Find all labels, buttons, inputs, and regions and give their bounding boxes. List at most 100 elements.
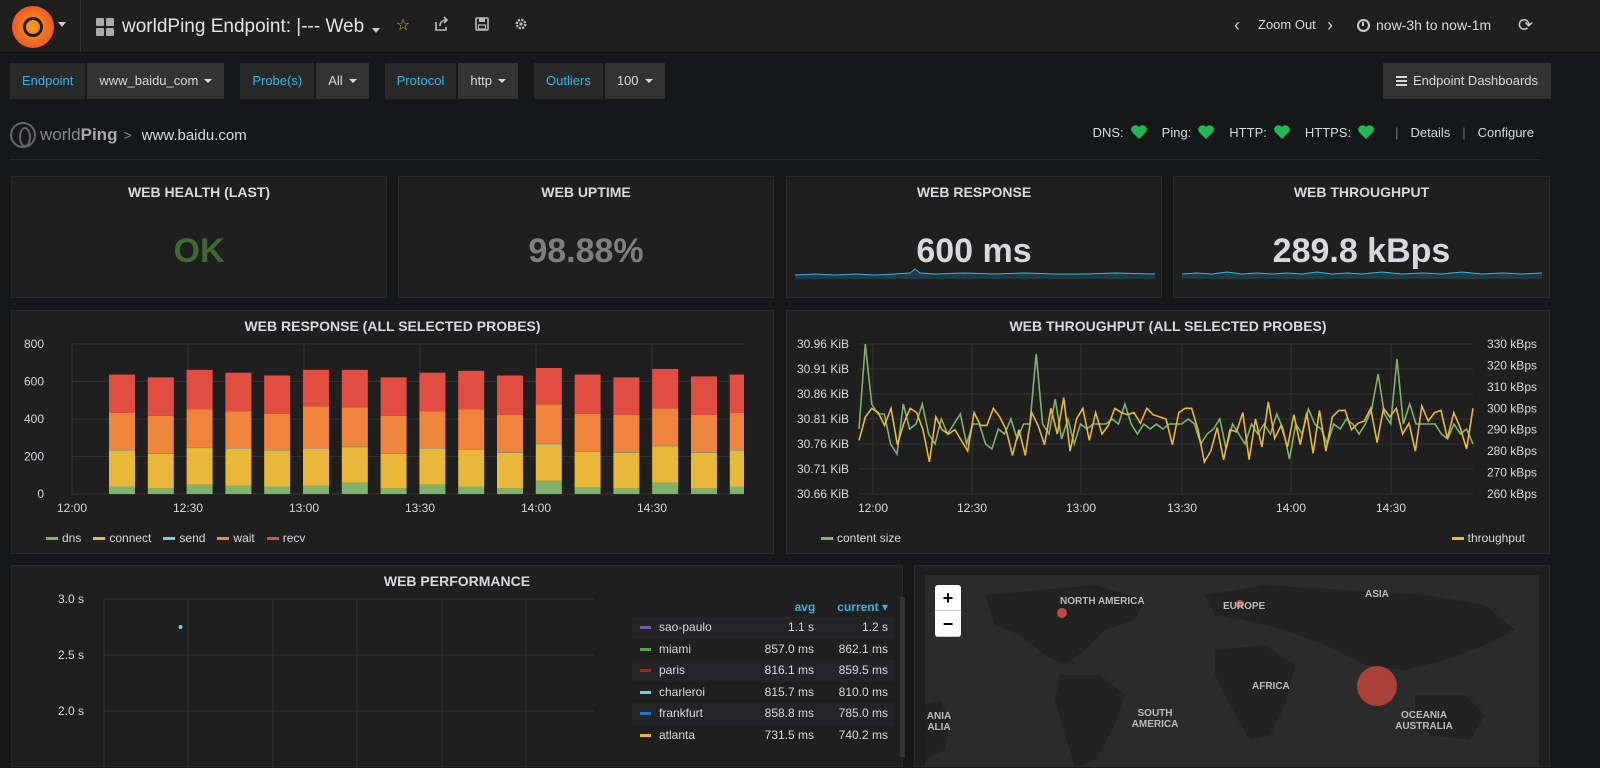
legend-row-atlanta[interactable]: atlanta731.5 ms740.2 ms bbox=[632, 725, 894, 747]
var-label-protocol: Protocol bbox=[385, 63, 457, 99]
bar-segment-dns bbox=[536, 481, 562, 494]
breadcrumb-separator: > bbox=[123, 127, 131, 143]
y-right-tick-label: 270 kBps bbox=[1487, 466, 1537, 480]
bar-segment-dns bbox=[613, 488, 639, 494]
menu-icon bbox=[1396, 76, 1407, 86]
worldmap-panel: NORTH AMERICA EUROPE ASIA AFRICA SOUTH A… bbox=[914, 565, 1550, 767]
details-link[interactable]: Details bbox=[1410, 125, 1450, 140]
heart-ok-icon[interactable] bbox=[1130, 124, 1148, 140]
panel-title[interactable]: WEB HEALTH (LAST) bbox=[12, 184, 386, 200]
bar-segment-wait bbox=[187, 409, 213, 447]
legend-item-send[interactable]: send bbox=[163, 531, 205, 545]
bar-segment-recv bbox=[613, 377, 639, 415]
chevron-left-icon[interactable]: ‹ bbox=[1234, 15, 1246, 35]
y-tick-label: 0 bbox=[37, 487, 44, 501]
heart-ok-icon[interactable] bbox=[1197, 124, 1215, 140]
legend-row-charleroi[interactable]: charleroi815.7 ms810.0 ms bbox=[632, 682, 894, 704]
var-select-protocol[interactable]: http bbox=[458, 63, 518, 99]
legend-item-wait[interactable]: wait bbox=[217, 531, 254, 545]
var-select-outliers[interactable]: 100 bbox=[605, 63, 665, 99]
bar-segment-recv bbox=[652, 369, 678, 408]
var-select-endpoint[interactable]: www_baidu_com bbox=[87, 63, 224, 99]
share-icon[interactable] bbox=[432, 16, 452, 36]
bar-segment-connect bbox=[148, 454, 174, 489]
world-map[interactable]: NORTH AMERICA EUROPE ASIA AFRICA SOUTH A… bbox=[925, 575, 1539, 766]
bar-segment-recv bbox=[497, 376, 523, 415]
heart-ok-icon[interactable] bbox=[1357, 124, 1375, 140]
endpoint-dashboards-button[interactable]: Endpoint Dashboards bbox=[1383, 63, 1551, 99]
legend-swatch bbox=[163, 537, 175, 540]
y-right-tick-label: 300 kBps bbox=[1487, 401, 1537, 415]
y-tick-label: 200 bbox=[24, 450, 44, 464]
var-select-probes[interactable]: All bbox=[316, 63, 368, 99]
grafana-logo-icon[interactable] bbox=[12, 6, 54, 48]
caret-down-icon bbox=[498, 79, 506, 83]
current-value: 1.2 s bbox=[814, 617, 894, 639]
zoom-out-button[interactable]: Zoom Out bbox=[1258, 17, 1316, 32]
avg-value: 815.7 ms bbox=[744, 682, 814, 704]
bar-segment-wait bbox=[419, 411, 445, 449]
y-right-tick-label: 290 kBps bbox=[1487, 423, 1537, 437]
performance-chart[interactable]: 3.0 s2.5 s2.0 s bbox=[12, 566, 622, 768]
x-tick-label: 14:00 bbox=[1276, 501, 1306, 515]
bar-segment-wait bbox=[575, 414, 601, 452]
legend-swatch bbox=[640, 648, 651, 651]
legend-row-frankfurt[interactable]: frankfurt858.8 ms785.0 ms bbox=[632, 703, 894, 725]
dashboard-picker[interactable]: worldPing Endpoint: |--- Web bbox=[96, 14, 380, 40]
panel-title[interactable]: WEB THROUGHPUT bbox=[1174, 184, 1549, 200]
response-legend: dns connect send wait recv bbox=[46, 531, 305, 545]
panel-title[interactable]: WEB UPTIME bbox=[399, 184, 773, 200]
map-zoom-out-button[interactable]: − bbox=[935, 611, 961, 637]
brand-light: world bbox=[40, 125, 81, 144]
refresh-icon[interactable]: ⟳ bbox=[1518, 15, 1533, 36]
current-column-header[interactable]: current ▾ bbox=[837, 597, 888, 617]
configure-link[interactable]: Configure bbox=[1478, 125, 1534, 140]
bar-segment-recv bbox=[419, 373, 445, 411]
gear-icon[interactable] bbox=[511, 16, 531, 36]
stat-panel-throughput: WEB THROUGHPUT 289.8 kBps bbox=[1173, 176, 1550, 298]
legend-row-sao-paulo[interactable]: sao-paulo1.1 s1.2 s bbox=[632, 617, 894, 639]
save-icon[interactable] bbox=[472, 16, 492, 36]
endpoint-host: www.baidu.com bbox=[142, 127, 247, 144]
legend-header: avg current ▾ bbox=[632, 597, 894, 617]
legend-item-recv[interactable]: recv bbox=[267, 531, 306, 545]
bar-segment-dns bbox=[109, 487, 135, 495]
sparkline bbox=[1182, 259, 1542, 279]
response-chart[interactable]: 800600400200012:0012:3013:0013:3014:0014… bbox=[12, 311, 775, 555]
legend-label: dns bbox=[62, 531, 81, 545]
avg-column-header[interactable]: avg bbox=[795, 597, 816, 617]
current-value: 740.2 ms bbox=[814, 725, 894, 747]
legend-item-throughput[interactable]: throughput bbox=[1452, 531, 1525, 545]
star-icon[interactable]: ☆ bbox=[393, 16, 413, 36]
panel-title[interactable]: WEB RESPONSE bbox=[787, 184, 1161, 200]
bar-segment-dns bbox=[575, 487, 601, 494]
bar-segment-wait bbox=[613, 415, 639, 453]
x-tick-label: 13:00 bbox=[289, 501, 319, 515]
bar-segment-wait bbox=[458, 409, 484, 449]
legend-row-paris[interactable]: paris816.1 ms859.5 ms bbox=[632, 660, 894, 682]
bar-segment-wait bbox=[109, 413, 135, 451]
time-range-label: now-3h to now-1m bbox=[1376, 17, 1491, 33]
bar-segment-dns bbox=[225, 486, 251, 494]
current-value: 785.0 ms bbox=[814, 703, 894, 725]
bar-segment-recv bbox=[303, 370, 329, 407]
y-left-tick-label: 30.91 KiB bbox=[797, 362, 849, 376]
legend-item-content-size[interactable]: content size bbox=[821, 531, 901, 545]
time-picker[interactable]: now-3h to now-1m bbox=[1357, 17, 1491, 33]
heart-ok-icon[interactable] bbox=[1273, 124, 1291, 140]
y-left-tick-label: 30.66 KiB bbox=[797, 487, 849, 501]
chevron-down-icon[interactable] bbox=[58, 22, 66, 27]
legend-label: recv bbox=[283, 531, 306, 545]
legend-item-connect[interactable]: connect bbox=[93, 531, 151, 545]
caret-down-icon bbox=[349, 79, 357, 83]
legend-row-miami[interactable]: miami857.0 ms862.1 ms bbox=[632, 639, 894, 661]
current-value: 859.5 ms bbox=[814, 660, 894, 682]
probe-name: atlanta bbox=[659, 725, 744, 747]
map-zoom-in-button[interactable]: + bbox=[935, 585, 961, 611]
legend-item-dns[interactable]: dns bbox=[46, 531, 81, 545]
y-tick-label: 2.0 s bbox=[58, 704, 84, 718]
legend-scrollbar[interactable] bbox=[900, 597, 905, 757]
chevron-right-icon[interactable]: › bbox=[1327, 15, 1339, 35]
legend-swatch bbox=[640, 669, 651, 672]
throughput-chart[interactable]: 30.96 KiB30.91 KiB30.86 KiB30.81 KiB30.7… bbox=[787, 311, 1551, 555]
